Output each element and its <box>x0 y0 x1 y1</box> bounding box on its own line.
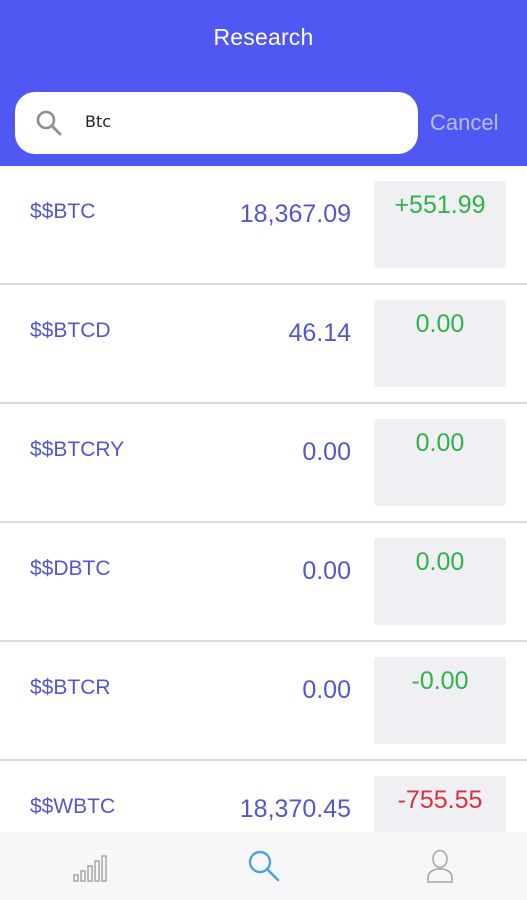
list-item[interactable]: $$BTCR 0.00 -0.00 <box>0 642 527 761</box>
header-bar: Research Cancel <box>0 0 527 166</box>
profile-icon[interactable] <box>422 848 458 884</box>
ticker-symbol: $$BTC <box>30 200 96 223</box>
price-value: 46.14 <box>288 319 351 347</box>
change-value: 0.00 <box>415 548 465 576</box>
list-item[interactable]: $$DBTC 0.00 0.00 <box>0 523 527 642</box>
search-field[interactable] <box>15 92 418 154</box>
list-item[interactable]: $$BTCD 46.14 0.00 <box>0 285 527 404</box>
cancel-button[interactable]: Cancel <box>430 110 498 136</box>
bar-chart-icon[interactable] <box>71 848 107 884</box>
results-list: $$BTC 18,367.09 +551.99 $$BTCD 46.14 0.00 $$BT… <box>0 166 527 880</box>
search-input[interactable] <box>85 106 405 136</box>
search-icon[interactable] <box>246 848 282 884</box>
change-value: -755.55 <box>397 786 483 814</box>
change-badge[interactable]: 0.00 <box>374 300 506 387</box>
change-value: +551.99 <box>394 191 486 219</box>
change-badge[interactable]: +551.99 <box>374 181 506 268</box>
price-value: 18,367.09 <box>239 200 351 228</box>
price-value: 18,370.45 <box>239 795 351 823</box>
ticker-symbol: $$BTCD <box>30 319 111 342</box>
ticker-symbol: $$WBTC <box>30 795 116 818</box>
change-value: 0.00 <box>415 429 465 457</box>
search-icon <box>36 110 62 136</box>
ticker-symbol: $$DBTC <box>30 557 111 580</box>
price-value: 0.00 <box>302 438 351 466</box>
tab-bar <box>0 832 527 900</box>
change-badge[interactable]: -0.00 <box>374 657 506 744</box>
change-badge[interactable]: 0.00 <box>374 419 506 506</box>
list-item[interactable]: $$BTC 18,367.09 +551.99 <box>0 166 527 285</box>
change-value: 0.00 <box>415 310 465 338</box>
page-title: Research <box>213 24 314 50</box>
price-value: 0.00 <box>302 557 351 585</box>
change-badge[interactable]: 0.00 <box>374 538 506 625</box>
list-item[interactable]: $$BTCRY 0.00 0.00 <box>0 404 527 523</box>
ticker-symbol: $$BTCRY <box>30 438 125 461</box>
change-value: -0.00 <box>411 667 469 695</box>
ticker-symbol: $$BTCR <box>30 676 111 699</box>
price-value: 0.00 <box>302 676 351 704</box>
